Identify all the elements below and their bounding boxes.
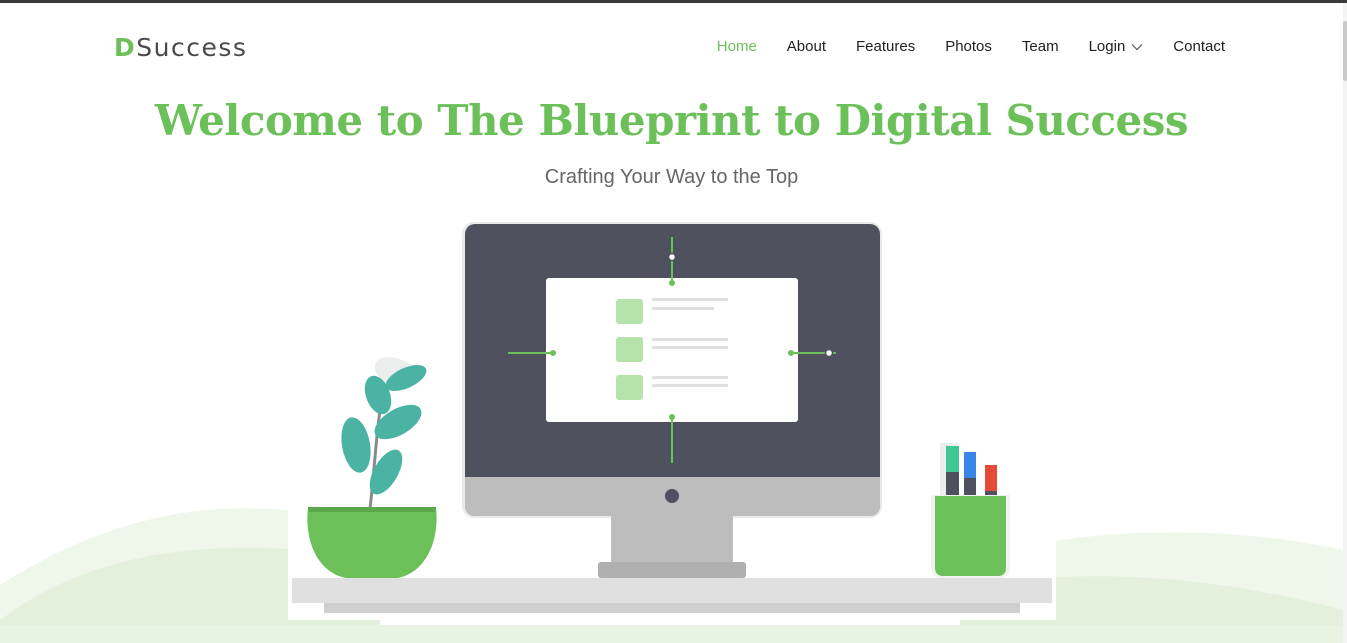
main-nav: Home About Features Photos Team Login Co… [687, 38, 1225, 55]
desk-top [292, 578, 1052, 603]
nav-team-link[interactable]: Team [1022, 38, 1059, 55]
site-header: DSuccess Home About Features Photos Team… [0, 3, 1343, 91]
desk-shelf [324, 603, 1020, 613]
scrollbar-thumb[interactable] [1343, 21, 1347, 81]
nav-home-link[interactable]: Home [717, 38, 757, 55]
nav-login-label: Login [1088, 38, 1126, 55]
desk-illustration [288, 210, 1056, 620]
chevron-down-icon [1131, 43, 1143, 50]
nav-login-dropdown[interactable]: Login [1089, 38, 1144, 55]
brand-logo[interactable]: DSuccess [114, 33, 247, 62]
brand-logo-initial: D [114, 33, 137, 62]
hero-title: Welcome to The Blueprint to Digital Succ… [154, 96, 1189, 145]
nav-about-link[interactable]: About [787, 38, 826, 55]
nav-features-link[interactable]: Features [856, 38, 915, 55]
hero-subtitle: Crafting Your Way to the Top [544, 166, 799, 188]
vertical-scrollbar[interactable] [1343, 3, 1347, 643]
nav-photos-link[interactable]: Photos [945, 38, 992, 55]
brand-logo-text: Success [136, 33, 248, 62]
nav-contact-link[interactable]: Contact [1173, 38, 1225, 55]
